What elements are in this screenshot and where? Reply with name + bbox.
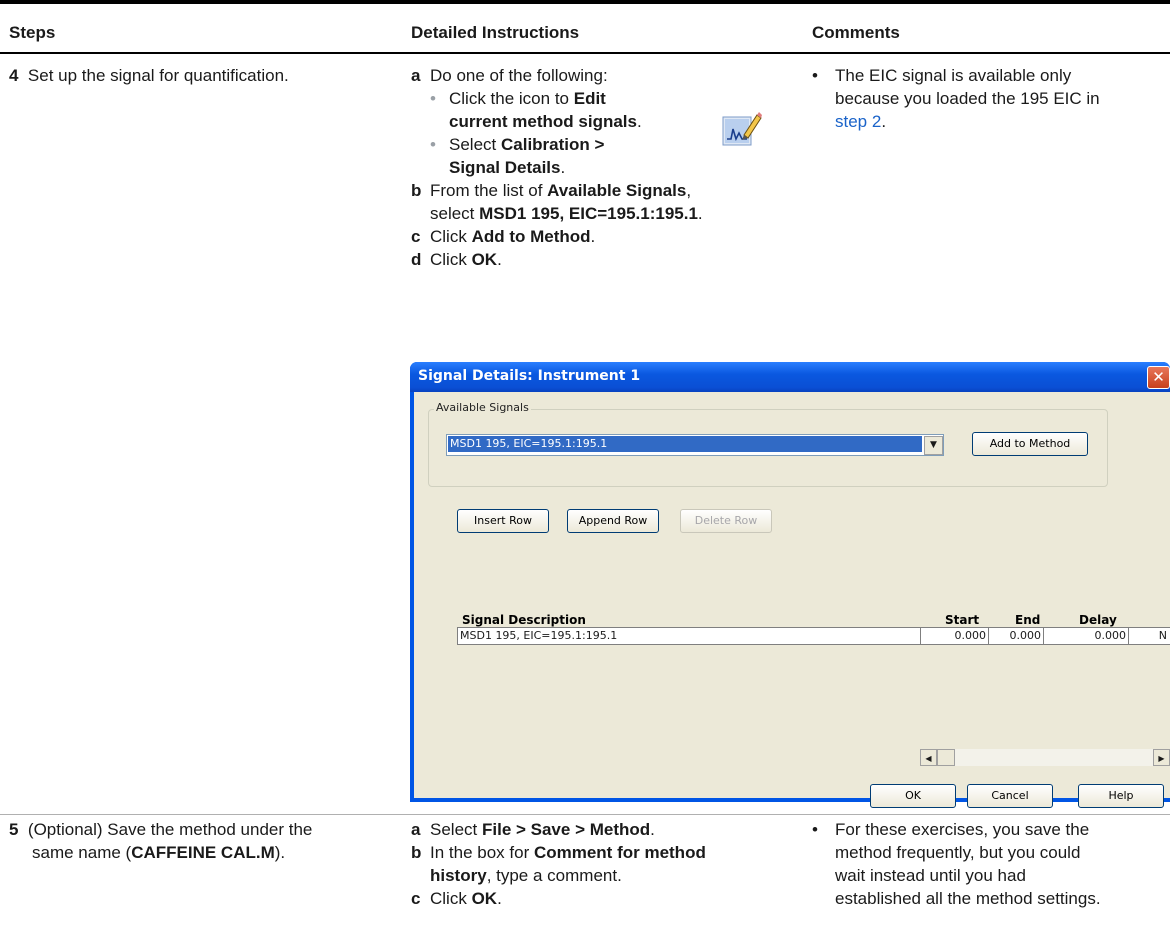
signal-details-dialog: Signal Details: Instrument 1 ✕ Available… xyxy=(410,362,1170,808)
col-start: Start xyxy=(945,613,980,627)
dialog-client: Available Signals MSD1 195, EIC=195.1:19… xyxy=(414,392,1170,808)
dialog-title: Signal Details: Instrument 1 xyxy=(418,368,641,384)
combo-selected-value: MSD1 195, EIC=195.1:195.1 xyxy=(448,436,922,452)
item-letter: a xyxy=(411,66,421,85)
help-button[interactable]: Help xyxy=(1078,784,1164,808)
edit-signals-icon xyxy=(722,109,762,149)
header-instructions: Detailed Instructions xyxy=(411,23,580,42)
scroll-thumb[interactable] xyxy=(937,749,955,766)
cancel-button[interactable]: Cancel xyxy=(967,784,1053,808)
step-number: 4 xyxy=(9,66,19,85)
header-steps: Steps xyxy=(9,23,56,42)
instruction-b: b From the list of Available Signals, sel… xyxy=(411,181,703,223)
step-text: Set up the signal for quantification. xyxy=(27,66,289,85)
table-row[interactable]: MSD1 195, EIC=195.1:195.1 0.000 0.000 0.… xyxy=(457,627,1170,645)
item-text: Do one of the following: xyxy=(430,66,608,85)
insert-row-button[interactable]: Insert Row xyxy=(457,509,549,533)
step-2-link[interactable]: step 2 xyxy=(835,112,881,131)
header-rule xyxy=(0,52,1170,54)
col-end: End xyxy=(1015,613,1041,627)
delete-row-button[interactable]: Delete Row xyxy=(680,509,772,533)
step-number: 5 xyxy=(9,820,19,839)
instruction-b: b In the box for Comment for method histo… xyxy=(411,843,706,885)
step-5: 5 (Optional) Save the method under the s… xyxy=(9,820,313,862)
top-rule xyxy=(0,0,1170,4)
col-signal-description: Signal Description xyxy=(462,613,586,627)
dialog-title-bar[interactable]: Signal Details: Instrument 1 ✕ xyxy=(410,362,1170,392)
available-signals-label: Available Signals xyxy=(434,401,531,414)
horizontal-scrollbar[interactable]: ◀ ▶ xyxy=(920,749,1170,766)
instruction-c: c Click Add to Method. xyxy=(411,227,596,246)
cell-start: 0.000 xyxy=(920,628,989,644)
cell-extra: N xyxy=(1158,629,1167,642)
cell-end: 0.000 xyxy=(989,628,1044,644)
cell-description: MSD1 195, EIC=195.1:195.1 xyxy=(458,628,921,644)
scroll-right-icon[interactable]: ▶ xyxy=(1153,749,1170,766)
ok-button[interactable]: OK xyxy=(870,784,956,808)
cell-delay: 0.000 xyxy=(1044,628,1129,644)
scroll-left-icon[interactable]: ◀ xyxy=(920,749,937,766)
row-divider xyxy=(0,814,1170,815)
instruction-d: d Click OK. xyxy=(411,250,502,269)
step-5-instructions: a Select File > Save > Method. b In the … xyxy=(411,818,801,938)
step-5-comment: • For these exercises, you save the meth… xyxy=(812,820,1101,908)
step-4: 4 Set up the signal for quantification. xyxy=(9,64,389,87)
col-delay: Delay xyxy=(1079,613,1117,627)
step-4-instructions: a Do one of the following: • Click the i… xyxy=(411,64,801,344)
instruction-a: a Do one of the following: xyxy=(411,64,801,87)
header-comments: Comments xyxy=(812,23,900,42)
close-icon[interactable]: ✕ xyxy=(1147,366,1170,389)
instruction-a2: • Select Calibration > Signal Details. xyxy=(430,135,605,177)
instruction-a: a Select File > Save > Method. xyxy=(411,820,655,839)
available-signals-combo[interactable]: MSD1 195, EIC=195.1:195.1 ▼ xyxy=(446,434,944,456)
dropdown-arrow-icon[interactable]: ▼ xyxy=(924,436,943,455)
instruction-a1: • Click the icon to Edit current method s… xyxy=(430,89,642,131)
instruction-c: c Click OK. xyxy=(411,889,502,908)
append-row-button[interactable]: Append Row xyxy=(567,509,659,533)
add-to-method-button[interactable]: Add to Method xyxy=(972,432,1088,456)
step-4-comment: • The EIC signal is available only becau… xyxy=(812,66,1100,131)
